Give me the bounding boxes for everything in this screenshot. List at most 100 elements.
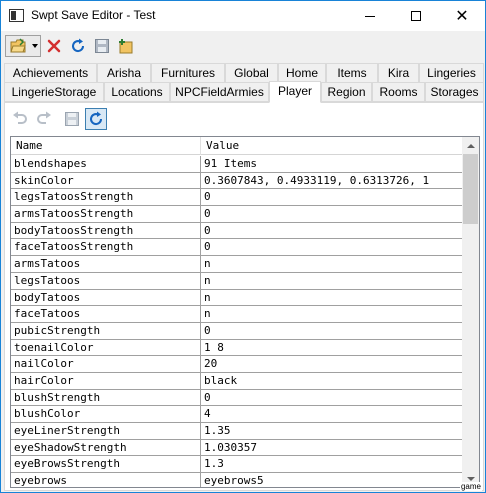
minimize-icon	[365, 15, 375, 17]
chevron-up-icon	[466, 143, 475, 148]
new-icon	[119, 39, 133, 54]
table-row[interactable]: hairColor black	[11, 372, 463, 390]
tab-global[interactable]: Global	[225, 63, 278, 83]
row-value[interactable]: 91 Items	[201, 156, 463, 172]
redo-button[interactable]	[33, 108, 55, 130]
row-name: legsTatoosStrength	[11, 189, 201, 206]
column-header-value[interactable]: Value	[201, 137, 463, 155]
maximize-button[interactable]	[393, 1, 439, 31]
refresh-button[interactable]	[67, 35, 89, 57]
row-value[interactable]: 1.3	[201, 456, 463, 472]
row-name: armsTatoos	[11, 256, 201, 273]
row-name: faceTatoosStrength	[11, 239, 201, 256]
toolbar	[1, 31, 485, 61]
table-row[interactable]: eyeLinerStrength 1.35	[11, 423, 463, 440]
table-row[interactable]: blushStrength 0	[11, 389, 463, 407]
row-value[interactable]: 1 8	[201, 340, 463, 356]
row-value[interactable]: 20	[201, 356, 463, 372]
save-changes-button[interactable]	[61, 108, 83, 130]
reload-button[interactable]	[85, 108, 107, 130]
row-name: eyeBrowsStrength	[11, 456, 201, 473]
row-value[interactable]: 1.35	[201, 423, 463, 439]
row-value[interactable]: 0	[201, 239, 463, 255]
row-value[interactable]: 0	[201, 390, 463, 406]
table-row[interactable]: toenailColor 1 8	[11, 339, 463, 357]
table-row[interactable]: bodyTatoosStrength 0	[11, 222, 463, 240]
open-file-button[interactable]	[5, 35, 41, 57]
save-icon	[95, 39, 109, 53]
table-row[interactable]: blendshapes 91 Items	[11, 156, 463, 173]
row-name: eyeLinerStrength	[11, 423, 201, 439]
table-row[interactable]: legsTatoos n	[11, 272, 463, 290]
table-row[interactable]: armsTatoos n	[11, 256, 463, 273]
table-row[interactable]: blushColor 4	[11, 406, 463, 423]
scroll-thumb[interactable]	[463, 154, 478, 224]
table-row[interactable]: pubicStrength 0	[11, 322, 463, 340]
chevron-down-icon[interactable]	[32, 44, 38, 48]
row-name: toenailColor	[11, 339, 201, 356]
scroll-up-button[interactable]	[462, 137, 479, 154]
row-value[interactable]: n	[201, 290, 463, 306]
tab-lingeries[interactable]: Lingeries	[419, 63, 484, 83]
new-file-button[interactable]	[115, 35, 137, 57]
table-row[interactable]: eyeShadowStrength 1.030357	[11, 439, 463, 457]
row-value[interactable]: black	[201, 373, 463, 389]
open-folder-icon	[10, 38, 26, 53]
row-value[interactable]: 0	[201, 189, 463, 205]
row-value[interactable]: eyebrows5	[201, 473, 463, 487]
maximize-icon	[411, 11, 421, 21]
tab-player[interactable]: Player	[269, 81, 321, 103]
row-name: armsTatoosStrength	[11, 206, 201, 223]
tab-storages[interactable]: Storages	[425, 82, 484, 102]
table-row[interactable]: armsTatoosStrength 0	[11, 206, 463, 223]
undo-button[interactable]	[9, 108, 31, 130]
row-name: blendshapes	[11, 156, 201, 172]
table-row[interactable]: skinColor 0.3607843, 0.4933119, 0.6313726…	[11, 172, 463, 190]
tab-rooms[interactable]: Rooms	[372, 82, 425, 102]
tab-arisha[interactable]: Arisha	[97, 63, 151, 83]
save-icon	[65, 112, 79, 126]
tab-furnitures[interactable]: Furnitures	[151, 63, 225, 83]
edit-toolbar	[9, 108, 129, 132]
table-row[interactable]: faceTatoos n	[11, 306, 463, 323]
table-row[interactable]: faceTatoosStrength 0	[11, 239, 463, 257]
tab-npcfieldarmies[interactable]: NPCFieldArmies	[170, 82, 269, 102]
row-value[interactable]: 4	[201, 406, 463, 422]
table-row[interactable]: bodyTatoos n	[11, 289, 463, 307]
row-value[interactable]: 0.3607843, 0.4933119, 0.6313726, 1	[201, 173, 463, 189]
table-row[interactable]: legsTatoosStrength 0	[11, 189, 463, 207]
minimize-button[interactable]	[347, 1, 393, 31]
save-button[interactable]	[91, 35, 113, 57]
row-value[interactable]: 0	[201, 323, 463, 339]
tab-locations[interactable]: Locations	[104, 82, 170, 102]
vertical-scrollbar[interactable]	[462, 137, 479, 487]
table-row[interactable]: eyeBrowsStrength 1.3	[11, 456, 463, 474]
row-name: bodyTatoos	[11, 289, 201, 306]
row-name: blushStrength	[11, 389, 201, 406]
table-row[interactable]: nailColor 20	[11, 356, 463, 373]
tab-lingeriestorage[interactable]: LingerieStorage	[4, 82, 104, 102]
row-value[interactable]: n	[201, 273, 463, 289]
row-value[interactable]: n	[201, 306, 463, 322]
column-header-name[interactable]: Name	[11, 137, 201, 155]
tab-achievements[interactable]: Achievements	[4, 63, 97, 83]
row-value[interactable]: 0	[201, 206, 463, 222]
row-name: eyebrows	[11, 473, 201, 487]
row-name: faceTatoos	[11, 306, 201, 323]
tab-home[interactable]: Home	[278, 63, 326, 83]
close-file-button[interactable]	[43, 35, 65, 57]
row-name: legsTatoos	[11, 272, 201, 289]
row-value[interactable]: n	[201, 256, 463, 272]
tab-items[interactable]: Items	[326, 63, 378, 83]
tab-kira[interactable]: Kira	[378, 63, 419, 83]
close-icon: ✕	[455, 6, 469, 25]
app-icon	[9, 9, 24, 22]
row-value[interactable]: 1.030357	[201, 440, 463, 456]
close-window-button[interactable]: ✕	[439, 1, 485, 31]
title-bar[interactable]: Swpt Save Editor - Test ✕	[1, 1, 485, 31]
tab-region[interactable]: Region	[321, 82, 372, 102]
window-title: Swpt Save Editor - Test	[31, 8, 156, 22]
chevron-down-icon	[466, 476, 475, 481]
row-value[interactable]: 0	[201, 223, 463, 239]
table-row[interactable]: eyebrows eyebrows5	[11, 473, 463, 487]
